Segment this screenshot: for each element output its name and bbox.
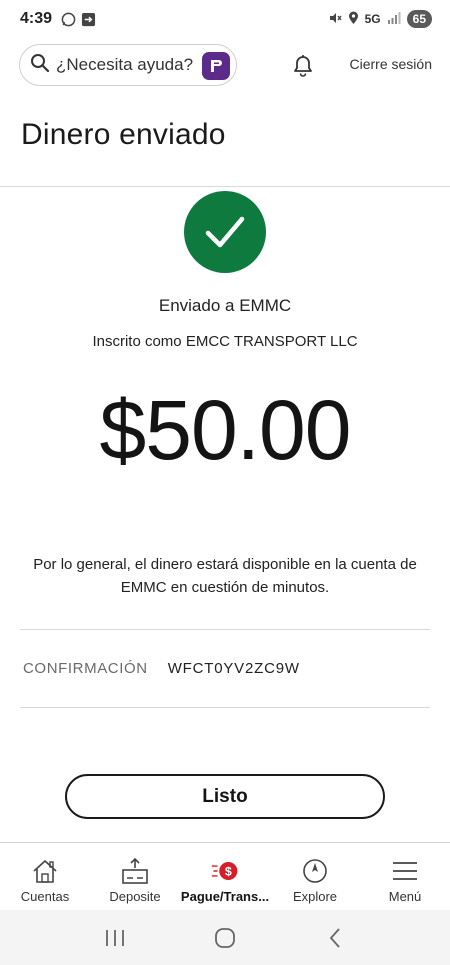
success-check-icon [184, 191, 266, 273]
search-icon [30, 53, 50, 78]
whatsapp-icon [60, 11, 76, 27]
divider [20, 707, 430, 708]
nav-item-menu[interactable]: Menú [360, 843, 450, 910]
bell-icon[interactable] [289, 51, 317, 79]
dollar-transfer-icon: $ [211, 857, 239, 885]
network-label: 5G [364, 12, 381, 26]
sent-to-text: Enviado a EMMC [158, 296, 292, 315]
menu-icon [391, 857, 419, 885]
mute-icon [328, 11, 342, 28]
home-icon[interactable] [205, 923, 245, 953]
enrolled-as-text: Inscrito como EMCC TRANSPORT LLC [92, 333, 358, 350]
nav-item-deposit[interactable]: Deposite [90, 843, 180, 910]
divider [0, 186, 450, 187]
nav-label: Explore [292, 889, 338, 904]
done-button[interactable]: Listo [65, 774, 385, 819]
nav-label: Deposite [109, 889, 161, 904]
divider [20, 629, 430, 630]
nav-label: Menú [388, 889, 422, 904]
system-nav-bar [0, 910, 450, 965]
amount-sent: $50.00 [99, 383, 352, 477]
house-icon [31, 857, 59, 885]
assistant-icon[interactable] [202, 52, 230, 80]
help-search-button[interactable]: ¿Necesita ayuda? [19, 44, 237, 86]
bottom-nav: Cuentas Deposite $ Pague/Trans... Explor… [0, 842, 450, 910]
nav-item-pay-transfer[interactable]: $ Pague/Trans... [180, 843, 270, 910]
signal-icon [387, 11, 401, 27]
status-time: 4:39 [20, 10, 53, 27]
back-icon[interactable] [315, 923, 355, 953]
confirmation-number: WFCT0YV2ZC9W [167, 660, 300, 677]
nav-label: Cuentas [20, 889, 70, 904]
svg-text:$: $ [225, 865, 232, 879]
help-search-label: ¿Necesita ayuda? [56, 55, 194, 74]
page-title: Dinero enviado [21, 118, 226, 151]
nav-item-accounts[interactable]: Cuentas [0, 843, 90, 910]
nav-label: Pague/Trans... [180, 889, 270, 904]
nav-item-explore[interactable]: Explore [270, 843, 360, 910]
deposit-icon [121, 857, 149, 885]
availability-note: Por lo general, el dinero estará disponi… [33, 556, 417, 596]
app-header: ¿Necesita ayuda? Cierre sesión [0, 42, 450, 88]
battery-badge: 65 [406, 10, 432, 28]
confirmation-row: CONFIRMACIÓN WFCT0YV2ZC9W [23, 660, 300, 677]
compass-icon [301, 857, 329, 885]
recent-apps-icon[interactable] [95, 923, 135, 953]
cast-icon [80, 11, 96, 27]
confirmation-label: CONFIRMACIÓN [23, 660, 148, 677]
logout-link[interactable]: Cierre sesión [350, 56, 432, 72]
location-icon [348, 11, 359, 28]
status-bar: 4:39 5G 65 [0, 0, 450, 38]
